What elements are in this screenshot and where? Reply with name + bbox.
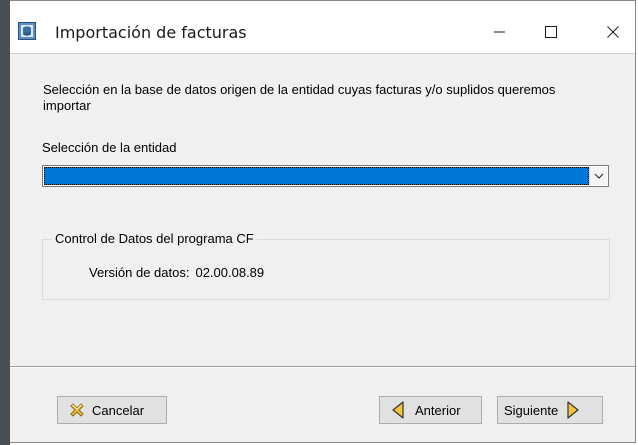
arrow-right-icon — [564, 401, 582, 419]
data-control-group: Control de Datos del programa CF Versión… — [42, 231, 610, 300]
window-title: Importación de facturas — [55, 23, 247, 42]
arrow-left-icon — [389, 401, 407, 419]
entity-selection-label: Selección de la entidad — [42, 140, 177, 155]
chevron-down-icon — [594, 173, 603, 179]
import-invoices-dialog: Importación de facturas Selección en la … — [10, 0, 636, 443]
button-bar: Cancelar Anterior Siguiente — [10, 368, 635, 442]
dropdown-button[interactable] — [589, 167, 607, 185]
version-row: Versión de datos: 02.00.08.89 — [89, 265, 264, 280]
cancel-x-icon — [68, 401, 86, 419]
back-button-label: Anterior — [415, 402, 461, 418]
instruction-text: Selección en la base de datos origen de … — [43, 82, 556, 113]
maximize-icon — [545, 26, 557, 38]
next-button-label: Siguiente — [504, 402, 559, 418]
dialog-body: Selección en la base de datos origen de … — [10, 54, 635, 366]
close-button[interactable] — [590, 11, 636, 53]
entity-selected-value[interactable] — [44, 167, 589, 185]
group-legend: Control de Datos del programa CF — [52, 231, 257, 246]
title-bar[interactable]: Importación de facturas — [10, 1, 635, 53]
version-value: 02.00.08.89 — [195, 265, 265, 280]
desktop-edge — [0, 0, 10, 445]
cancel-button-label: Cancelar — [92, 402, 145, 418]
minimize-button[interactable] — [477, 11, 523, 53]
database-app-icon — [18, 22, 36, 40]
maximize-button[interactable] — [528, 11, 574, 53]
next-button[interactable]: Siguiente — [497, 396, 603, 424]
minimize-icon — [494, 31, 505, 33]
version-label: Versión de datos: — [89, 265, 190, 280]
entity-select[interactable] — [42, 165, 609, 187]
cancel-button[interactable]: Cancelar — [57, 396, 167, 424]
back-button[interactable]: Anterior — [379, 396, 482, 424]
close-icon — [607, 26, 619, 38]
